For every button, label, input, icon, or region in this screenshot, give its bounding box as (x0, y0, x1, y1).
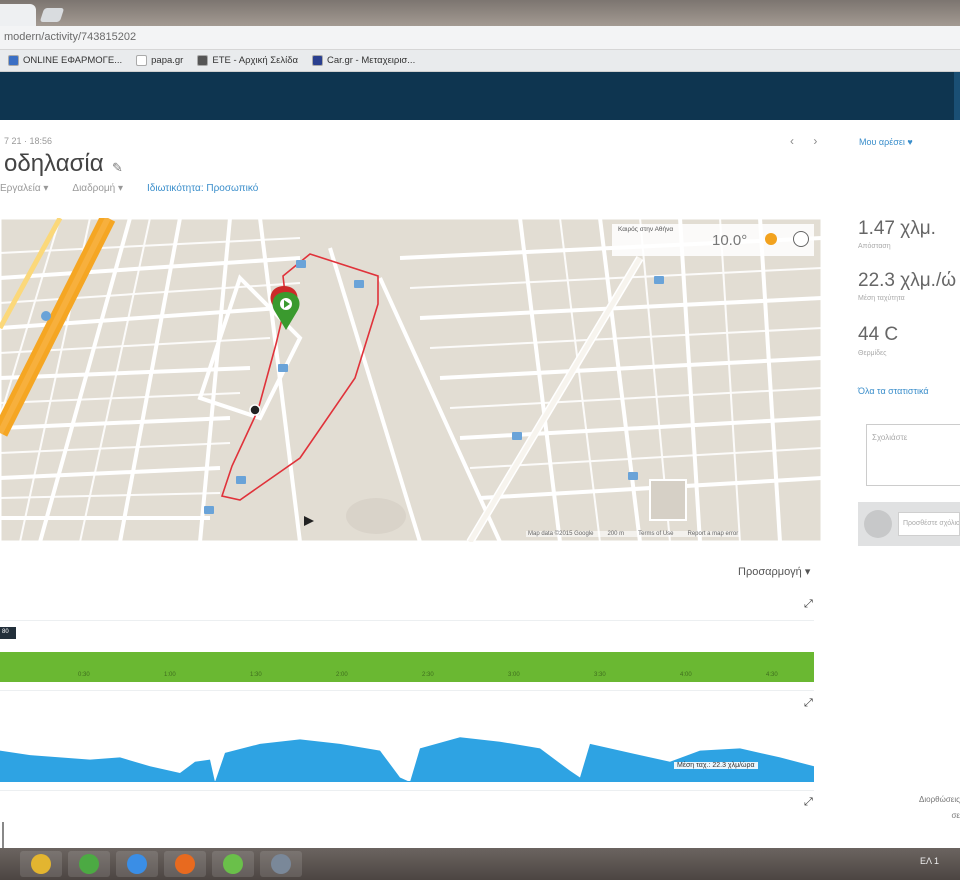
edit-pencil-icon[interactable]: ✎ (112, 160, 123, 176)
hr-marker: 80 (0, 627, 16, 639)
activity-nav-arrows[interactable]: ‹ › (790, 134, 825, 148)
bookmark-item[interactable]: ΕΤΕ - Αρχική Σελίδα (197, 55, 298, 66)
map-footer: Map data ©2015 Google 200 m Terms of Use Re… (526, 531, 741, 537)
chrome-icon (31, 854, 51, 874)
expand-chart-icon[interactable]: ⤢ (804, 598, 813, 611)
bookmark-favicon-icon (136, 55, 148, 66)
firefox-icon (175, 854, 195, 874)
expand-chart-icon[interactable]: ⤢ (804, 697, 813, 710)
comment-placeholder: Σχολιάστε (872, 433, 908, 442)
time-tick-label: 4:00 (680, 672, 692, 678)
average-speed-label: Μέση ταχ.: 22.3 χλμ/ώρα (674, 762, 758, 769)
activity-subnav: Εργαλεία ▾ Διαδρομή ▾ Ιδιωτικότητα: Προσωπ… (0, 183, 258, 194)
utorrent2-icon (223, 854, 243, 874)
screenshot-stage: modern/activity/743815202 ONLINE ΕΦΑΡΜΟΓ… (0, 0, 960, 880)
ie-icon (127, 854, 147, 874)
subnav-item[interactable]: Εργαλεία ▾ (0, 183, 48, 194)
browser-tab-strip (0, 0, 960, 26)
like-link-label: Μου αρέσει (859, 137, 905, 147)
time-tick-label: 3:00 (508, 672, 520, 678)
speed-area-chart[interactable] (0, 726, 814, 782)
chart-axis-line (2, 822, 4, 848)
temperature-value: 10.0° (712, 232, 748, 249)
time-tick-label: 0:30 (78, 672, 90, 678)
stat-speed-value: 22.3 χλμ./ώ (858, 270, 957, 291)
weather-location: Καιρός στην Αθήνα (618, 226, 674, 233)
url-text: modern/activity/743815202 (4, 31, 137, 43)
map-footer-item[interactable]: 200 m (607, 531, 624, 537)
like-link[interactable]: Μου αρέσει ♥ (859, 137, 913, 147)
route-map[interactable] (0, 218, 822, 542)
heart-icon: ♥ (907, 137, 913, 147)
new-tab-button[interactable] (39, 8, 65, 22)
stat-distance-value: 1.47 χλμ. (858, 218, 936, 239)
chart-divider (0, 690, 814, 691)
map-footer-item[interactable]: Report a map error (688, 531, 739, 537)
bookmarks-bar: ONLINE ΕΦΑΡΜΟΓΕ... papa.gr ΕΤΕ - Αρχική Σε… (0, 50, 960, 72)
customize-dropdown[interactable]: Προσαρμογή ▾ (738, 565, 810, 578)
subnav-item[interactable]: Ιδιωτικότητα: Προσωπικό (147, 183, 258, 194)
clock-icon[interactable] (793, 231, 809, 247)
bookmark-item[interactable]: ONLINE ΕΦΑΡΜΟΓΕ... (8, 55, 122, 66)
stat-speed-label: Μέση ταχύτητα (858, 295, 905, 302)
subnav-item[interactable]: Διαδρομή ▾ (72, 183, 123, 194)
bookmark-favicon-icon (8, 55, 19, 66)
map-graphic (0, 218, 822, 542)
time-tick-label: 1:00 (164, 672, 176, 678)
all-stats-link[interactable]: Όλα τα στατιστικά (858, 386, 929, 396)
activity-date: 7 21 · 18:56 (4, 136, 53, 146)
time-tick-label: 2:00 (336, 672, 348, 678)
bookmark-favicon-icon (312, 55, 324, 66)
sidebar-footer-line2: σε (951, 811, 960, 820)
time-tick-label: 4:30 (766, 672, 778, 678)
user-avatar-icon (864, 510, 892, 538)
add-comment-input[interactable]: Προσθέστε σχόλιο (898, 512, 960, 536)
bookmark-label: Car.gr - Μεταχειρισ... (327, 55, 416, 66)
stat-calories-value: 44 C (858, 324, 899, 345)
hr-marker-label: 80 (2, 629, 9, 635)
address-bar[interactable]: modern/activity/743815202 (0, 26, 960, 50)
bookmark-item[interactable]: Car.gr - Μεταχειρισ... (312, 55, 415, 66)
bookmark-label: ΕΤΕ - Αρχική Σελίδα (212, 55, 299, 66)
speed-area-series (0, 737, 814, 782)
map-footer-item[interactable]: Terms of Use (638, 531, 673, 537)
utorrent-icon (79, 854, 99, 874)
taskbar-clock[interactable]: ΕΛ 1 (920, 856, 939, 866)
media-icon (271, 854, 291, 874)
sidebar-footer-line1: Διορθώσεις (919, 795, 960, 804)
time-tick-label: 2:30 (422, 672, 434, 678)
time-tick-label: 1:30 (250, 672, 262, 678)
activity-title: οδηλασία (4, 150, 104, 177)
time-tick-label: 3:30 (594, 672, 606, 678)
browser-tab[interactable] (0, 4, 36, 26)
bookmark-item[interactable]: papa.gr (136, 55, 183, 66)
sidebar-footer: Διορθώσεις σε (882, 792, 960, 824)
expand-chart-icon[interactable]: ⤢ (804, 796, 813, 809)
app-header-accent (954, 72, 960, 120)
bookmark-label: ONLINE ΕΦΑΡΜΟΓΕ... (23, 55, 123, 66)
app-header (0, 72, 960, 120)
sun-icon (765, 233, 777, 245)
chart-divider (0, 620, 814, 621)
stat-distance-label: Απόσταση (858, 243, 891, 250)
stat-calories-label: Θερμίδες (858, 350, 887, 357)
bookmark-favicon-icon (197, 55, 209, 66)
bookmark-label: papa.gr (151, 55, 184, 66)
chart-divider (0, 790, 814, 791)
map-footer-item[interactable]: Map data ©2015 Google (528, 531, 593, 537)
